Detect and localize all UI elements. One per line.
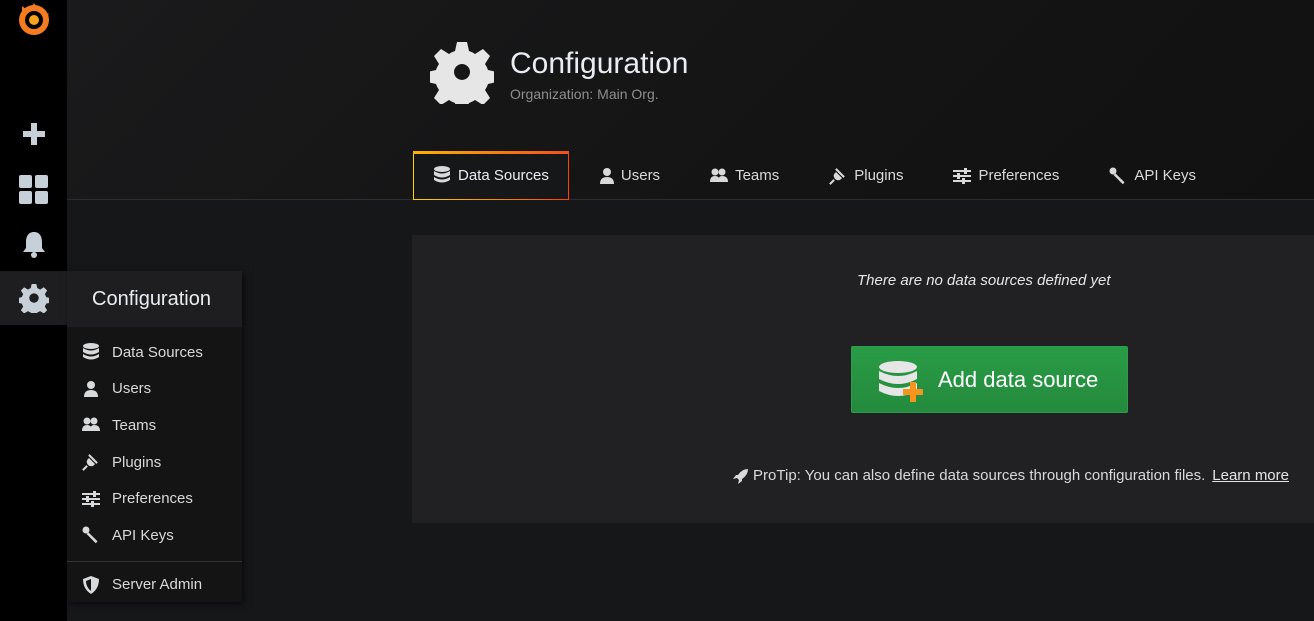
tab-label: Data Sources — [458, 166, 549, 184]
dropdown-item-label: Plugins — [112, 453, 162, 471]
dropdown-item-plugins[interactable]: Plugins — [67, 444, 242, 481]
side-menu — [0, 0, 67, 621]
dropdown-item-label: Users — [112, 380, 152, 398]
dropdown-item-api-keys[interactable]: API Keys — [67, 517, 242, 554]
plug-icon — [829, 167, 846, 185]
key-icon — [81, 525, 101, 545]
protip-text: ProTip: You can also define data sources… — [753, 467, 1206, 484]
empty-message: There are no data sources defined yet — [857, 272, 1111, 289]
protip: ProTip: You can also define data sources… — [733, 467, 1289, 484]
plug-icon — [81, 452, 101, 472]
tab-bar: Data Sources Users Teams Plugins Prefere… — [413, 151, 1227, 200]
tab-label: Preferences — [978, 167, 1060, 184]
sliders-icon — [81, 489, 101, 509]
rocket-icon — [733, 468, 749, 484]
tab-preferences[interactable]: Preferences — [934, 151, 1078, 200]
dropdown-item-label: API Keys — [112, 526, 174, 544]
database-add-icon — [878, 360, 924, 409]
users-icon — [81, 415, 101, 435]
dashboards-grid-icon[interactable] — [0, 163, 67, 217]
alerting-bell-icon[interactable] — [0, 217, 67, 271]
shield-icon — [81, 575, 101, 595]
tab-api-keys[interactable]: API Keys — [1090, 151, 1215, 200]
dropdown-item-users[interactable]: Users — [67, 371, 242, 408]
configuration-dropdown: Configuration Data Sources Users Teams P… — [67, 271, 242, 602]
tab-plugins[interactable]: Plugins — [810, 151, 922, 200]
configuration-gear-icon[interactable] — [0, 271, 67, 325]
dropdown-item-teams[interactable]: Teams — [67, 407, 242, 444]
user-icon — [81, 379, 101, 399]
database-icon — [81, 342, 101, 362]
tab-data-sources[interactable]: Data Sources — [413, 151, 569, 200]
create-plus-icon[interactable] — [0, 107, 67, 161]
tab-label: Users — [620, 167, 661, 184]
tab-label: Teams — [735, 167, 780, 184]
dropdown-item-data-sources[interactable]: Data Sources — [67, 334, 242, 371]
users-icon — [710, 168, 729, 182]
sliders-icon — [953, 167, 972, 184]
user-icon — [599, 167, 614, 184]
dropdown-item-label: Preferences — [112, 490, 193, 508]
dropdown-title[interactable]: Configuration — [67, 271, 242, 327]
dropdown-item-server-admin[interactable]: Server Admin — [67, 562, 242, 608]
tab-users[interactable]: Users — [581, 151, 679, 200]
database-icon — [434, 166, 450, 183]
dropdown-item-label: Server Admin — [112, 576, 203, 594]
dropdown-item-label: Data Sources — [112, 343, 203, 361]
grafana-logo-icon[interactable] — [0, 0, 67, 46]
key-icon — [1109, 167, 1125, 184]
page-gear-icon — [427, 40, 497, 112]
empty-list-panel: There are no data sources defined yet Ad… — [412, 235, 1314, 523]
page-title: Configuration — [510, 47, 689, 80]
add-data-source-label: Add data source — [938, 367, 1099, 392]
tab-teams[interactable]: Teams — [691, 151, 798, 200]
tab-label: Plugins — [854, 167, 904, 184]
tab-label: API Keys — [1134, 167, 1197, 184]
dropdown-item-label: Teams — [112, 416, 157, 434]
learn-more-link[interactable]: Learn more — [1212, 467, 1289, 484]
page-header: Configuration Organization: Main Org. Da… — [67, 0, 1314, 200]
dropdown-item-preferences[interactable]: Preferences — [67, 480, 242, 517]
dropdown-list: Data Sources Users Teams Plugins Prefere… — [67, 327, 242, 608]
page-subtitle: Organization: Main Org. — [510, 86, 659, 102]
add-data-source-button[interactable]: Add data source — [851, 346, 1128, 413]
